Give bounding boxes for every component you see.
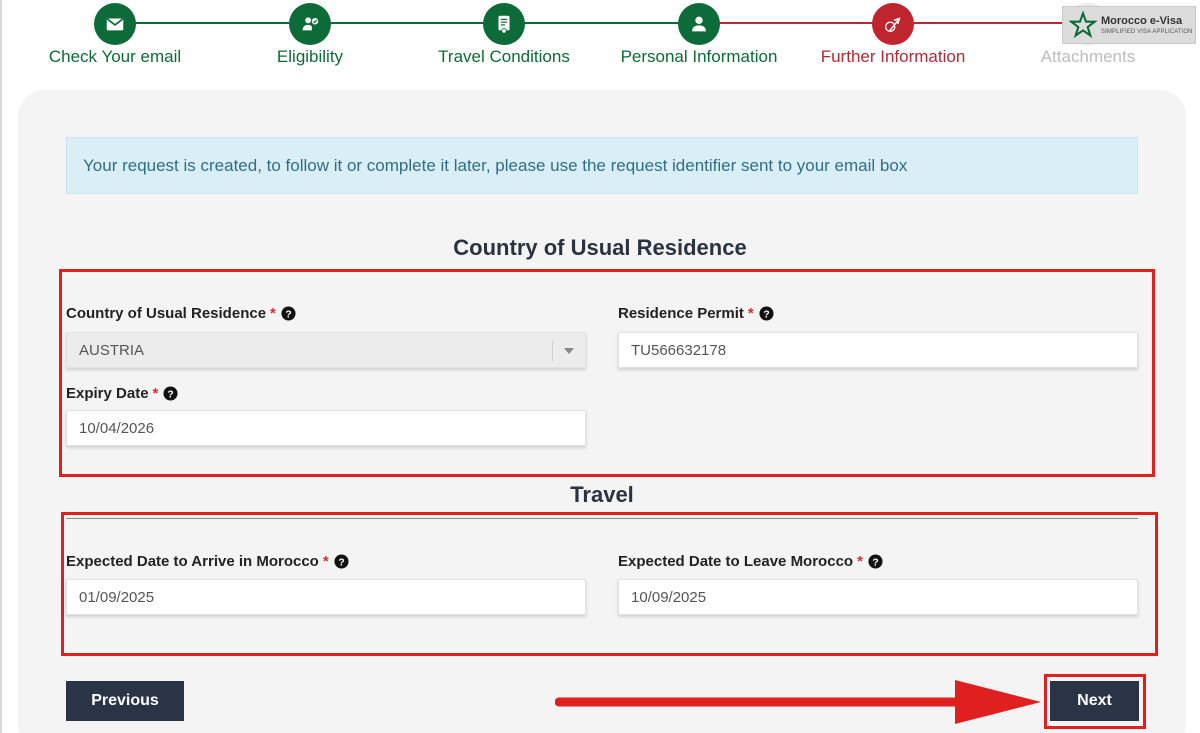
arrive-label-text: Expected Date to Arrive in Morocco <box>66 553 319 570</box>
step-label: Personal Information <box>620 47 778 66</box>
red-arrow-annotation <box>555 680 1041 724</box>
country-select[interactable]: AUSTRIA <box>66 332 586 368</box>
step-check-email[interactable]: Check Your email <box>20 3 210 67</box>
step-label: Travel Conditions <box>438 47 570 66</box>
expiry-label: Expiry Date * ? <box>66 385 178 402</box>
next-button[interactable]: Next <box>1050 681 1139 721</box>
plane-icon <box>872 3 914 45</box>
step-personal-information[interactable]: Personal Information <box>604 3 794 67</box>
country-label-text: Country of Usual Residence <box>66 305 267 322</box>
required-mark: * <box>322 553 329 570</box>
svg-text:?: ? <box>285 309 291 320</box>
arrival-date-input[interactable]: 01/09/2025 <box>66 579 586 615</box>
user-icon <box>678 3 720 45</box>
star-logo-icon <box>1069 11 1097 39</box>
residence-permit-input[interactable]: TU566632178 <box>618 332 1138 368</box>
help-icon[interactable]: ? <box>281 306 296 321</box>
brand-tagline: SIMPLIFIED VISA APPLICATION <box>1101 28 1193 35</box>
envelope-icon <box>94 3 136 45</box>
document-icon <box>483 3 525 45</box>
expiry-date-input[interactable]: 10/04/2026 <box>66 410 586 446</box>
leave-label-text: Expected Date to Leave Morocco <box>618 553 854 570</box>
step-label: Eligibility <box>276 47 344 66</box>
morocco-evisa-logo: Morocco e-Visa SIMPLIFIED VISA APPLICATI… <box>1062 6 1196 44</box>
required-mark: * <box>270 305 276 322</box>
select-separator <box>552 341 553 361</box>
step-label: Check Your email <box>48 47 182 66</box>
svg-text:?: ? <box>872 557 878 568</box>
departure-date-input[interactable]: 10/09/2025 <box>618 579 1138 615</box>
step-label: Attachments <box>1040 47 1136 66</box>
help-icon[interactable]: ? <box>163 386 178 401</box>
expiry-date-value: 10/04/2026 <box>79 419 155 437</box>
expiry-label-text: Expiry Date <box>66 385 149 402</box>
chevron-down-icon[interactable] <box>564 348 574 354</box>
svg-text:?: ? <box>763 309 769 320</box>
permit-label: Residence Permit * ? <box>618 305 774 322</box>
section-title-travel: Travel <box>570 482 634 507</box>
previous-button[interactable]: Previous <box>66 681 184 721</box>
svg-text:?: ? <box>338 557 344 568</box>
permit-label-text: Residence Permit <box>618 305 744 322</box>
section-title-residence: Country of Usual Residence <box>453 235 747 260</box>
progress-stepper: Check Your email Eligibility Travel Cond… <box>0 0 1200 80</box>
country-select-value: AUSTRIA <box>79 341 145 359</box>
required-mark: * <box>152 385 159 402</box>
page-left-border <box>0 0 2 733</box>
eligibility-icon <box>289 3 331 45</box>
svg-text:?: ? <box>168 389 174 400</box>
arrive-label: Expected Date to Arrive in Morocco * ? <box>66 553 349 570</box>
required-mark: * <box>747 305 754 322</box>
country-label: Country of Usual Residence * ? <box>66 305 296 322</box>
arrival-date-value: 01/09/2025 <box>79 588 155 606</box>
step-label: Further Information <box>820 47 966 66</box>
step-further-information[interactable]: Further Information <box>798 3 988 67</box>
info-alert: Your request is created, to follow it or… <box>66 137 1138 194</box>
help-icon[interactable]: ? <box>868 554 883 569</box>
departure-date-value: 10/09/2025 <box>631 588 707 606</box>
help-icon[interactable]: ? <box>759 306 774 321</box>
brand-name: Morocco e-Visa <box>1101 14 1183 27</box>
required-mark: * <box>857 553 863 570</box>
help-icon[interactable]: ? <box>334 554 349 569</box>
residence-permit-value: TU566632178 <box>631 341 727 359</box>
leave-label: Expected Date to Leave Morocco * ? <box>618 553 883 570</box>
step-eligibility[interactable]: Eligibility <box>215 3 405 67</box>
step-travel-conditions[interactable]: Travel Conditions <box>409 3 599 67</box>
